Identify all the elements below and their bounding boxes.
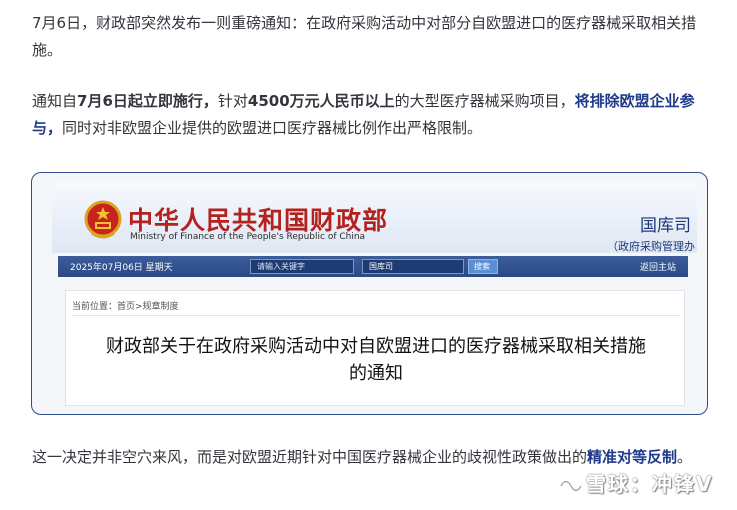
watermark: 雪球：冲锋V [558, 468, 713, 497]
notice-title-line-2: 的通知 [349, 363, 403, 384]
embedded-screenshot-card: 中华人民共和国财政部 Ministry of Finance of the Pe… [31, 172, 708, 415]
divider [72, 315, 680, 316]
department-name: 国库司 [640, 216, 691, 236]
paragraph-text: 的大型医疗器械采购项目， [394, 92, 575, 110]
site-navbar: 2025年07月06日 星期天 请输入关键字 国库司 搜索 返回主站 [58, 256, 688, 277]
site-header: 中华人民共和国财政部 Ministry of Finance of the Pe… [52, 181, 697, 269]
article-paragraph-3: 这一决定并非空穴来风，而是对欧盟近期针对中国医疗器械企业的歧视性政策做出的精准对… [32, 444, 722, 471]
nav-date: 2025年07月06日 星期天 [70, 263, 173, 273]
snowball-logo-icon [559, 479, 583, 492]
breadcrumb: 当前位置：首页>规章制度 [72, 302, 179, 312]
back-home-link[interactable]: 返回主站 [640, 260, 676, 273]
paragraph-text: 通知自 [32, 92, 78, 110]
article-paragraph-1: 7月6日，财政部突然发布一则重磅通知：在政府采购活动中对部分自欧盟进口的医疗器械… [32, 10, 722, 64]
article-paragraph-2: 通知自7月6日起立即施行，针对4500万元人民币以上的大型医疗器械采购项目，将排… [32, 88, 722, 142]
paragraph-text: 同时对非欧盟企业提供的欧盟进口医疗器械比例作出严格限制。 [62, 119, 483, 137]
search-placeholder: 请输入关键字 [257, 262, 305, 271]
paragraph-text: 这一决定并非空穴来风，而是对欧盟近期针对中国医疗器械企业的歧视性政策做出的 [32, 448, 588, 466]
notice-content: 当前位置：首页>规章制度 财政部关于在政府采购活动中对自欧盟进口的医疗器械采取相… [65, 290, 685, 406]
emphasis-countermeasure: 精准对等反制 [587, 448, 678, 466]
department-select[interactable]: 国库司 [362, 259, 464, 274]
department-select-value: 国库司 [369, 262, 393, 271]
search-button[interactable]: 搜索 [468, 259, 498, 274]
notice-title: 财政部关于在政府采购活动中对自欧盟进口的医疗器械采取相关措施 的通知 [86, 333, 666, 387]
emphasis-date: 7月6日起立即施行， [77, 92, 218, 110]
search-button-label: 搜索 [474, 262, 490, 271]
ministry-name-en: Ministry of Finance of the People's Repu… [130, 232, 366, 242]
emphasis-amount: 4500万元人民币以上 [247, 92, 395, 110]
watermark-text: 雪球：冲锋V [586, 472, 714, 496]
search-input[interactable]: 请输入关键字 [250, 259, 354, 274]
paragraph-text: 。 [677, 448, 693, 466]
paragraph-text: 7月6日，财政部突然发布一则重磅通知：在政府采购活动中对部分自欧盟进口的医疗器械… [32, 14, 697, 59]
notice-title-line-1: 财政部关于在政府采购活动中对自欧盟进口的医疗器械采取相关措施 [106, 336, 646, 357]
national-emblem-icon [84, 200, 122, 239]
paragraph-text: 针对 [217, 92, 248, 110]
